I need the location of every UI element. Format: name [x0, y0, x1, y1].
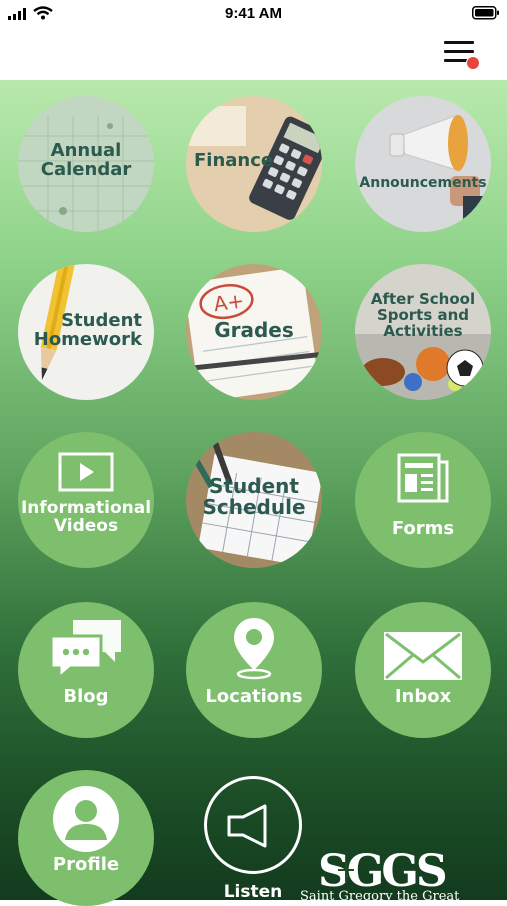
tile-label: Student Homework: [33, 310, 142, 350]
status-bar: 9:41 AM: [0, 0, 507, 30]
video-icon: [58, 452, 114, 492]
tile-blog[interactable]: Blog: [18, 602, 154, 738]
envelope-icon: [384, 632, 462, 680]
tile-label: Finance: [194, 150, 274, 171]
chat-bubbles-icon: [49, 620, 121, 680]
tile-finance[interactable]: Finance: [186, 96, 322, 232]
svg-text:A+: A+: [212, 288, 245, 316]
tile-inbox[interactable]: Inbox: [355, 602, 491, 738]
megaphone-photo-icon: [355, 96, 491, 232]
location-pin-icon: [234, 618, 274, 680]
tile-label: Profile: [52, 854, 120, 875]
tile-announcements[interactable]: Announcements: [355, 96, 491, 232]
logo-subtitle: Saint Gregory the Great: [300, 889, 460, 904]
tile-annual-calendar[interactable]: Annual Calendar: [18, 96, 154, 232]
tile-label: Student Schedule: [202, 474, 306, 519]
status-time: 9:41 AM: [225, 5, 282, 22]
tile-informational-videos[interactable]: Informational Videos: [18, 432, 154, 568]
tile-label: Forms: [391, 518, 455, 539]
tile-forms[interactable]: Forms: [355, 432, 491, 568]
tile-after-school[interactable]: After School Sports and Activities: [355, 264, 491, 400]
tile-student-homework[interactable]: Student Homework: [18, 264, 154, 400]
speaker-icon: [227, 804, 267, 848]
menu-button[interactable]: [444, 38, 480, 70]
tile-grades[interactable]: A+ Grades: [186, 264, 322, 400]
tile-student-schedule[interactable]: Student Schedule: [186, 432, 322, 568]
battery-icon: [472, 6, 499, 20]
tile-label: Blog: [63, 686, 109, 707]
tile-label: Announcements: [359, 175, 487, 191]
listen-button[interactable]: [204, 776, 302, 874]
tile-locations[interactable]: Locations: [186, 602, 322, 738]
tile-profile[interactable]: Profile: [18, 770, 154, 906]
forms-icon: [397, 453, 449, 503]
user-profile-icon: [53, 786, 119, 852]
nav-bar: [0, 30, 507, 80]
notification-badge: [466, 56, 480, 70]
tile-label: Informational Videos: [20, 498, 152, 536]
tile-label: After School Sports and Activities: [370, 290, 476, 340]
listen-label: Listen: [223, 882, 283, 902]
tile-label: Inbox: [394, 686, 452, 707]
tile-label: Annual Calendar: [40, 140, 132, 180]
tile-label: Locations: [205, 686, 303, 707]
tile-label: Grades: [214, 318, 294, 342]
